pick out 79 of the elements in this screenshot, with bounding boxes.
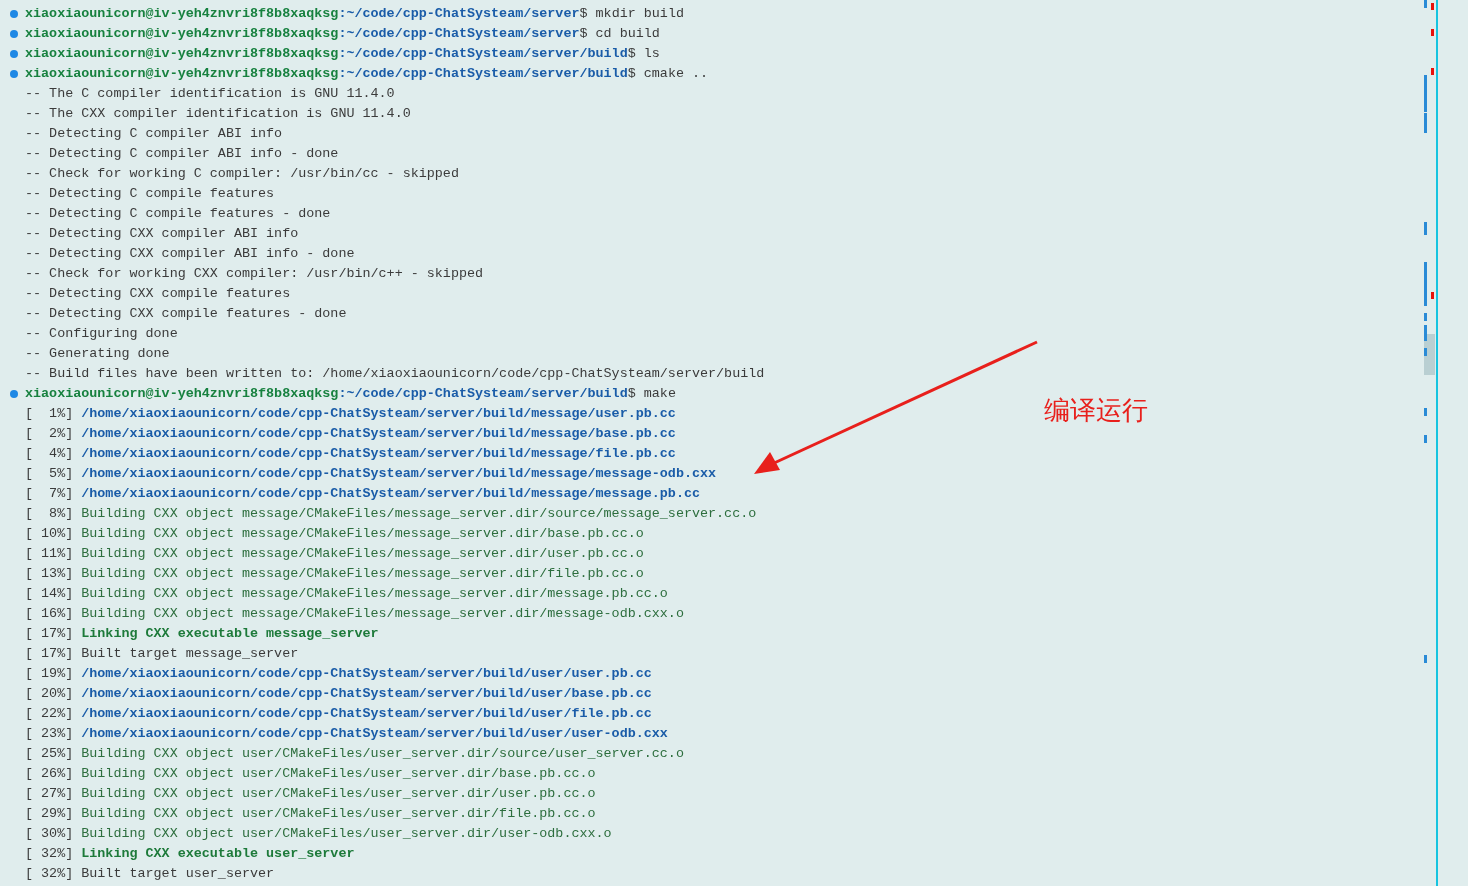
output-line: -- Check for working C compiler: /usr/bin/cc - skipped [25, 165, 459, 183]
build-output: Building CXX object user/CMakeFiles/user_server.dir/source/user_server.cc.o [81, 745, 684, 763]
prompt-path: :~/code/cpp-ChatSysteam/server/build [338, 45, 628, 63]
progress-percent: [ 1%] [25, 405, 74, 423]
build-output: Built target message_server [81, 645, 299, 663]
build-output: /home/xiaoxiaounicorn/code/cpp-ChatSysteam/server/build/message/base.pb.cc [81, 425, 676, 443]
annotation-text: 编译运行 [1044, 394, 1148, 427]
progress-percent: [ 17%] [25, 625, 74, 643]
progress-percent: [ 32%] [25, 865, 74, 883]
build-output: Linking CXX executable message_server [81, 625, 379, 643]
output-line: -- Build files have been written to: /home/xiaoxiaounicorn/code/cpp-ChatSysteam/server/build [25, 365, 765, 383]
progress-percent: [ 25%] [25, 745, 74, 763]
prompt-user: xiaoxiaounicorn@iv-yeh4znvri8f8b8xaqksg [25, 45, 339, 63]
prompt-path: :~/code/cpp-ChatSysteam/server [338, 25, 580, 43]
build-output: Linking CXX executable user_server [81, 845, 355, 863]
build-output: Building CXX object message/CMakeFiles/message_server.dir/base.pb.cc.o [81, 525, 644, 543]
build-output: Building CXX object message/CMakeFiles/message_server.dir/message-odb.cxx.o [81, 605, 684, 623]
progress-percent: [ 32%] [25, 845, 74, 863]
prompt-path: :~/code/cpp-ChatSysteam/server [338, 5, 580, 23]
progress-percent: [ 16%] [25, 605, 74, 623]
output-line: -- Detecting CXX compile features - done [25, 305, 347, 323]
progress-percent: [ 26%] [25, 765, 74, 783]
progress-percent: [ 17%] [25, 645, 74, 663]
build-output: /home/xiaoxiaounicorn/code/cpp-ChatSysteam/server/build/message/message-odb.cxx [81, 465, 717, 483]
command-text: $ mkdir build [579, 5, 684, 23]
progress-percent: [ 13%] [25, 565, 74, 583]
build-output: Building CXX object message/CMakeFiles/message_server.dir/message.pb.cc.o [81, 585, 668, 603]
progress-percent: [ 29%] [25, 805, 74, 823]
build-output: Building CXX object user/CMakeFiles/user_server.dir/file.pb.cc.o [81, 805, 596, 823]
command-text: $ cmake .. [627, 65, 709, 83]
build-output: Building CXX object user/CMakeFiles/user_server.dir/user-odb.cxx.o [81, 825, 612, 843]
progress-percent: [ 20%] [25, 685, 74, 703]
build-output: Building CXX object message/CMakeFiles/message_server.dir/source/message_server.cc.o [81, 505, 757, 523]
build-output: Building CXX object message/CMakeFiles/message_server.dir/user.pb.cc.o [81, 545, 644, 563]
progress-percent: [ 7%] [25, 485, 74, 503]
prompt-path: :~/code/cpp-ChatSysteam/server/build [338, 65, 628, 83]
output-line: -- Check for working CXX compiler: /usr/bin/c++ - skipped [25, 265, 484, 283]
output-line: -- Detecting CXX compiler ABI info [25, 225, 299, 243]
progress-percent: [ 8%] [25, 505, 74, 523]
progress-percent: [ 2%] [25, 425, 74, 443]
prompt-user: xiaoxiaounicorn@iv-yeh4znvri8f8b8xaqksg [25, 25, 339, 43]
prompt-user: xiaoxiaounicorn@iv-yeh4znvri8f8b8xaqksg [25, 65, 339, 83]
build-output: Building CXX object user/CMakeFiles/user_server.dir/user.pb.cc.o [81, 785, 596, 803]
prompt-path: :~/code/cpp-ChatSysteam/server/build [338, 385, 628, 403]
output-line: -- Detecting C compiler ABI info [25, 125, 283, 143]
progress-percent: [ 5%] [25, 465, 74, 483]
progress-percent: [ 14%] [25, 585, 74, 603]
output-line: -- Detecting C compile features [25, 185, 275, 203]
output-line: -- Detecting CXX compile features [25, 285, 291, 303]
build-output: Building CXX object user/CMakeFiles/user_server.dir/base.pb.cc.o [81, 765, 596, 783]
progress-percent: [ 11%] [25, 545, 74, 563]
progress-percent: [ 23%] [25, 725, 74, 743]
output-line: -- Detecting C compiler ABI info - done [25, 145, 339, 163]
prompt-user: xiaoxiaounicorn@iv-yeh4znvri8f8b8xaqksg [25, 385, 339, 403]
output-line: -- Detecting C compile features - done [25, 205, 331, 223]
output-line: -- Detecting CXX compiler ABI info - done [25, 245, 355, 263]
output-line: -- Generating done [25, 345, 170, 363]
build-output: /home/xiaoxiaounicorn/code/cpp-ChatSysteam/server/build/user/user-odb.cxx [81, 725, 668, 743]
command-text: $ ls [627, 45, 660, 63]
progress-percent: [ 19%] [25, 665, 74, 683]
progress-percent: [ 27%] [25, 785, 74, 803]
progress-percent: [ 30%] [25, 825, 74, 843]
build-output: Building CXX object message/CMakeFiles/message_server.dir/file.pb.cc.o [81, 565, 644, 583]
build-output: /home/xiaoxiaounicorn/code/cpp-ChatSysteam/server/build/message/file.pb.cc [81, 445, 676, 463]
command-text: $ make [627, 385, 676, 403]
build-output: /home/xiaoxiaounicorn/code/cpp-ChatSysteam/server/build/message/user.pb.cc [81, 405, 676, 423]
build-output: /home/xiaoxiaounicorn/code/cpp-ChatSysteam/server/build/user/file.pb.cc [81, 705, 652, 723]
build-output: /home/xiaoxiaounicorn/code/cpp-ChatSysteam/server/build/user/user.pb.cc [81, 665, 652, 683]
build-output: /home/xiaoxiaounicorn/code/cpp-ChatSysteam/server/build/message/message.pb.cc [81, 485, 700, 503]
output-line: -- Configuring done [25, 325, 178, 343]
progress-percent: [ 22%] [25, 705, 74, 723]
output-line: -- The C compiler identification is GNU 11.4.0 [25, 85, 395, 103]
build-output: Built target user_server [81, 865, 275, 883]
progress-percent: [ 4%] [25, 445, 74, 463]
build-output: /home/xiaoxiaounicorn/code/cpp-ChatSysteam/server/build/user/base.pb.cc [81, 685, 652, 703]
progress-percent: [ 10%] [25, 525, 74, 543]
command-text: $ cd build [579, 25, 660, 43]
prompt-user: xiaoxiaounicorn@iv-yeh4znvri8f8b8xaqksg [25, 5, 339, 23]
output-line: -- The CXX compiler identification is GNU 11.4.0 [25, 105, 411, 123]
